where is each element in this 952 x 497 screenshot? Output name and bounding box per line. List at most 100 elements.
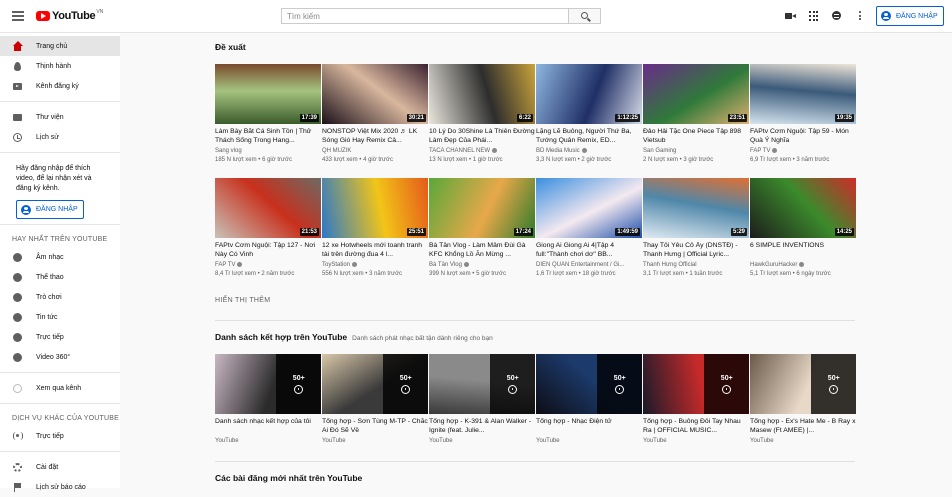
channel-name[interactable]: Bà Tân Vlog [429,262,462,268]
video-thumbnail[interactable]: 19:35 [750,64,856,124]
video-title[interactable]: Thay Tôi Yêu Cô Ấy (DNSTĐ) - Thanh Hưng … [643,242,749,259]
mix-radio-icon [508,384,518,394]
video-title[interactable]: FAPtv Cơm Nguội: Tập 59 - Món Quà Ý Nghĩ… [750,128,856,145]
mix-title[interactable]: Tổng hợp - K-391 & Alan Walker - Ignite … [429,418,535,435]
video-title[interactable]: Đảo Hải Tặc One Piece Tập 898 Vietsub [643,128,749,145]
video-thumbnail[interactable]: 50+ [215,354,321,414]
mix-card[interactable]: 50+ Danh sách nhạc kết hợp của tôi YouTube [215,354,321,446]
video-card[interactable]: 5:29 Thay Tôi Yêu Cô Ấy (DNSTĐ) - Thanh H… [643,178,749,279]
video-thumbnail[interactable]: 50+ [322,354,428,414]
mix-title[interactable]: Tổng hợp - Sơn Tùng M-TP - Chắc Ai Đó Sẽ… [322,418,428,435]
channel-name[interactable]: FAP TV [750,148,770,154]
logo-text: YouTube [52,10,96,22]
sidebar-item-sports[interactable]: Thể thao [0,267,120,287]
menu-icon[interactable] [12,11,24,21]
sidebar-item-live[interactable]: Trực tiếp [0,327,120,347]
sidebar-item-video-360[interactable]: Video 360° [0,347,120,367]
video-card[interactable]: 21:53 FAPtv Cơm Nguội: Tập 127 - Nơi Này … [215,178,321,279]
video-thumbnail[interactable]: 50+ [536,354,642,414]
video-thumbnail[interactable]: 30:21 [322,64,428,124]
channel-name[interactable]: TACA CHANNEL NEW [429,148,490,154]
video-thumbnail[interactable]: 50+ [750,354,856,414]
sidebar-item-music[interactable]: Âm nhạc [0,247,120,267]
video-card[interactable]: 1:12:25 Lặng Lẽ Buông, Người Thứ Ba, Tướn… [536,64,642,165]
video-card[interactable]: 1:49:59 Giong Ai Giong Ai 4|Tập 4 full:"T… [536,178,642,279]
mix-card[interactable]: 50+ Tổng hợp - K-391 & Alan Walker - Igni… [429,354,535,446]
sidebar-item-history[interactable]: Lịch sử [0,127,120,147]
channel-name[interactable]: FAP TV [215,262,235,268]
video-thumbnail[interactable]: 23:51 [643,64,749,124]
video-title[interactable]: 12 xe Hotwheels mới toanh tranh tài trên… [322,242,428,259]
video-thumbnail[interactable]: 17:24 [429,178,535,238]
channel-name[interactable]: DIEN QUAN Entertainment / Gi... [536,262,624,268]
video-thumbnail[interactable]: 50+ [429,354,535,414]
view-count: 2 N lượt xem [643,157,678,163]
sidebar-item-gaming[interactable]: Trò chơi [0,287,120,307]
messages-icon[interactable] [832,11,842,21]
video-card[interactable]: 14:25 6 SIMPLE INVENTIONS HawkGuruHacker 5,… [750,178,856,279]
video-title[interactable]: NONSTOP Việt Mix 2020 ♬ LK Sóng Gió Hay … [322,128,428,145]
video-title[interactable]: 6 SIMPLE INVENTIONS [750,242,856,259]
video-card[interactable]: 6:22 10 Lý Do 30Shine Là Thiên Đường Làm … [429,64,535,165]
mix-title[interactable]: Tổng hợp - Ex's Hate Me - B Ray x Masew … [750,418,856,435]
video-card[interactable]: 17:24 Bà Tân Vlog - Làm Mâm Đùi Gà KFC Kh… [429,178,535,279]
create-video-icon[interactable] [785,11,796,21]
channel-name[interactable]: QH MUZIK [322,148,351,154]
video-card[interactable]: 19:35 FAPtv Cơm Nguội: Tập 59 - Món Quà Ý… [750,64,856,165]
mix-title[interactable]: Danh sách nhạc kết hợp của tôi [215,418,321,435]
channel-name[interactable]: Sang vlog [215,148,242,154]
mix-title[interactable]: Tổng hợp - Buông Đôi Tay Nhau Ra | OFFIC… [643,418,749,435]
video-thumbnail[interactable]: 17:39 [215,64,321,124]
sidebar-signin-button[interactable]: ĐĂNG NHẬP [16,200,84,219]
sidebar-item-subscriptions[interactable]: Kênh đăng ký [0,76,120,96]
sidebar-item-news[interactable]: Tin tức [0,307,120,327]
mix-card[interactable]: 50+ Tổng hợp - Ex's Hate Me - B Ray x Mas… [750,354,856,446]
video-card[interactable]: 17:39 Làm Bẫy Bắt Cá Sinh Tồn | Thử Thách… [215,64,321,165]
channel-name[interactable]: ToyStation [322,262,350,268]
channel-name[interactable]: BD Media Music [536,148,580,154]
video-title[interactable]: Lặng Lẽ Buông, Người Thứ Ba, Tướng Quân … [536,128,642,145]
video-thumbnail[interactable]: 21:53 [215,178,321,238]
sidebar-item-trending[interactable]: Thịnh hành [0,56,120,76]
video-card[interactable]: 23:51 Đảo Hải Tặc One Piece Tập 898 Viets… [643,64,749,165]
video-thumbnail[interactable]: 25:51 [322,178,428,238]
video-card[interactable]: 30:21 NONSTOP Việt Mix 2020 ♬ LK Sóng Gió… [322,64,428,165]
mix-title[interactable]: Tổng hợp - Nhạc Điện tử [536,418,642,435]
video-title[interactable]: Bà Tân Vlog - Làm Mâm Đùi Gà KFC Khổng L… [429,242,535,259]
video-title[interactable]: 10 Lý Do 30Shine Là Thiên Đường Làm Đẹp … [429,128,535,145]
channel-name[interactable]: Thanh Hưng Official [643,262,697,268]
mix-card[interactable]: 50+ Tổng hợp - Buông Đôi Tay Nhau Ra | OF… [643,354,749,446]
channel-name[interactable]: HawkGuruHacker [750,262,797,268]
mix-card[interactable]: 50+ Tổng hợp - Sơn Tùng M-TP - Chắc Ai Đó… [322,354,428,446]
best-of-heading: HAY NHẤT TRÊN YOUTUBE [12,236,108,243]
video-thumbnail[interactable]: 1:12:25 [536,64,642,124]
channel-name[interactable]: San Gaming [643,148,676,154]
sidebar-item-home[interactable]: Trang chủ [0,36,120,56]
video-thumbnail[interactable]: 1:49:59 [536,178,642,238]
signin-button[interactable]: ĐĂNG NHẬP [876,6,944,26]
video-thumbnail[interactable]: 14:25 [750,178,856,238]
video-title[interactable]: Giong Ai Giong Ai 4|Tập 4 full:"Thành ch… [536,242,642,259]
view-count: 6,9 Tr lượt xem [750,157,791,163]
sidebar-item-report-history[interactable]: Lịch sử báo cáo [0,477,120,497]
video-thumbnail[interactable]: 50+ [643,354,749,414]
sidebar-item-live-service[interactable]: Trực tiếp [0,426,120,446]
apps-icon[interactable] [809,11,819,21]
signin-label: ĐĂNG NHẬP [36,206,78,213]
sidebar-item-browse-channels[interactable]: Xem qua kênh [0,378,120,398]
video-card[interactable]: 25:51 12 xe Hotwheels mới toanh tranh tài… [322,178,428,279]
show-more-button[interactable]: HIỂN THỊ THÊM [215,297,270,304]
mix-card[interactable]: 50+ Tổng hợp - Nhạc Điện tử YouTube [536,354,642,446]
search-button[interactable] [568,8,601,24]
video-title[interactable]: FAPtv Cơm Nguội: Tập 127 - Nơi Này Có Vi… [215,242,321,259]
youtube-logo[interactable]: YouTube VN [36,9,103,23]
sidebar-item-library[interactable]: Thư viện [0,107,120,127]
settings-dots-icon[interactable] [859,11,863,21]
video-thumbnail[interactable]: 6:22 [429,64,535,124]
sidebar-item-settings[interactable]: Cài đặt [0,457,120,477]
video-title[interactable]: Làm Bẫy Bắt Cá Sinh Tồn | Thử Thách Sống… [215,128,321,145]
video-thumbnail[interactable]: 5:29 [643,178,749,238]
video-meta: 5,1 Tr lượt xem • 6 ngày trước [750,270,856,279]
search-input[interactable]: Tìm kiếm [281,8,569,24]
mixes-title-text[interactable]: Danh sách kết hợp trên YouTube [215,332,347,342]
